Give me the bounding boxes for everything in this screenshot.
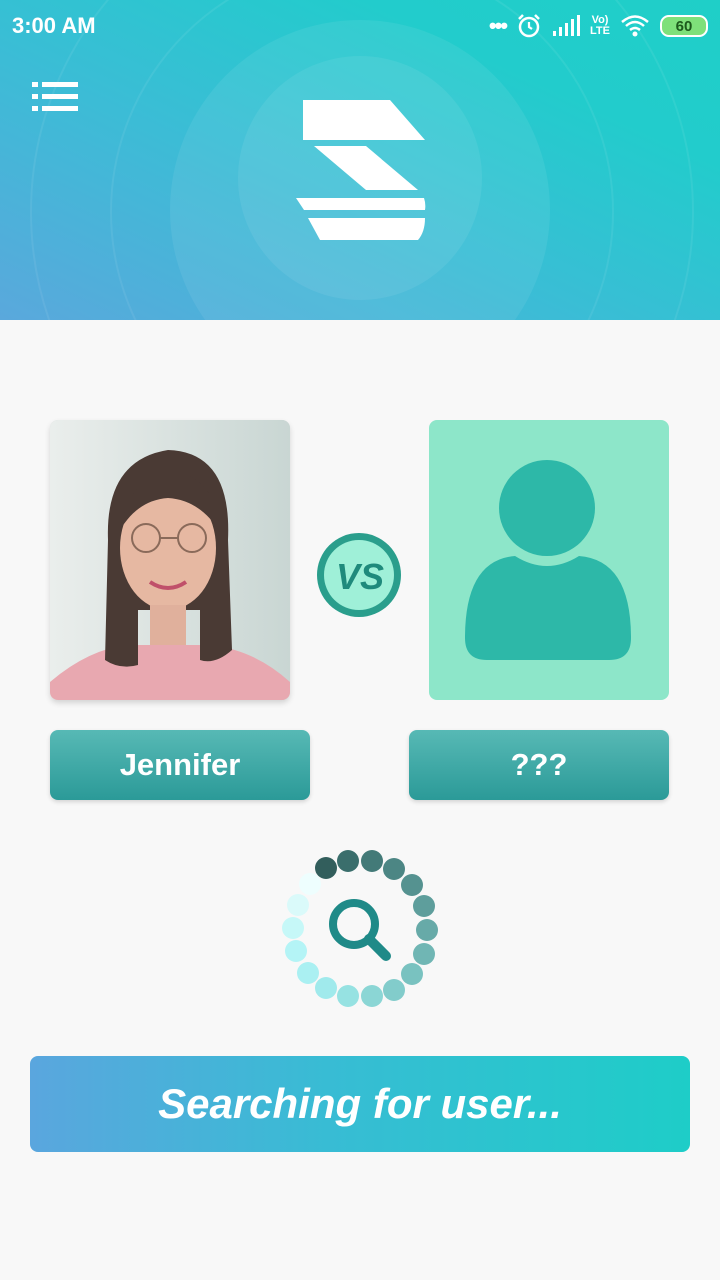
status-time: 3:00 AM xyxy=(12,13,96,38)
search-status-banner: Searching for user... xyxy=(30,1056,690,1152)
battery-level: 60 xyxy=(675,17,693,35)
lte-label: LTE xyxy=(590,25,610,37)
versus-label: VS xyxy=(336,556,384,597)
user-photo xyxy=(50,420,290,700)
status-icons: ••• Vo) LTE 60 xyxy=(489,10,708,42)
alarm-icon xyxy=(518,14,540,38)
status-bar: 3:00 AM ••• Vo) LTE 60 xyxy=(0,0,720,52)
search-status-text: Searching for user... xyxy=(158,1080,562,1127)
player-name-label: Jennifer xyxy=(119,747,241,782)
menu-button[interactable] xyxy=(32,80,80,114)
opponent-placeholder-card xyxy=(429,420,669,700)
wifi-icon xyxy=(621,15,649,37)
app-logo xyxy=(296,100,426,240)
header-banner: 3:00 AM ••• Vo) LTE 60 xyxy=(0,0,720,320)
player-photo-card xyxy=(50,420,290,700)
search-spinner xyxy=(282,850,438,1007)
opponent-name-button[interactable]: ??? xyxy=(409,730,669,800)
player-name-button[interactable]: Jennifer xyxy=(50,730,310,800)
list-menu-icon xyxy=(32,82,78,111)
battery-indicator: 60 xyxy=(660,15,708,37)
versus-badge: VS xyxy=(317,533,401,617)
volte-indicator: Vo) LTE xyxy=(590,15,610,37)
magnifier-icon xyxy=(329,899,391,961)
opponent-name-label: ??? xyxy=(510,747,568,782)
signal-icon xyxy=(553,15,581,36)
spinner-dots xyxy=(282,850,438,1007)
person-placeholder-icon xyxy=(465,460,631,660)
more-dots-icon: ••• xyxy=(488,13,508,38)
